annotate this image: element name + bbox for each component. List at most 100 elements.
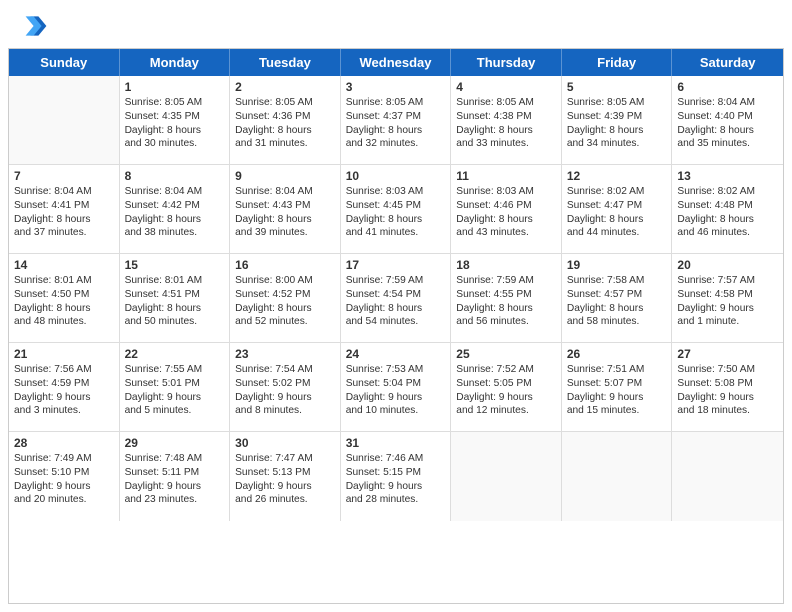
day-cell-18: 18Sunrise: 7:59 AMSunset: 4:55 PMDayligh… [451,254,562,342]
daylight-hours: Daylight: 8 hours [346,124,446,138]
daylight-minutes: and 46 minutes. [677,226,778,240]
day-cell-1: 1Sunrise: 8:05 AMSunset: 4:35 PMDaylight… [120,76,231,164]
sunrise-line: Sunrise: 7:51 AM [567,363,667,377]
day-number: 31 [346,436,446,450]
day-cell-11: 11Sunrise: 8:03 AMSunset: 4:46 PMDayligh… [451,165,562,253]
day-cell-6: 6Sunrise: 8:04 AMSunset: 4:40 PMDaylight… [672,76,783,164]
sunrise-line: Sunrise: 7:49 AM [14,452,114,466]
daylight-minutes: and 44 minutes. [567,226,667,240]
sunset-line: Sunset: 4:59 PM [14,377,114,391]
header [0,0,792,48]
sunrise-line: Sunrise: 7:47 AM [235,452,335,466]
day-number: 5 [567,80,667,94]
sunrise-line: Sunrise: 8:04 AM [125,185,225,199]
header-day-saturday: Saturday [672,49,783,76]
daylight-hours: Daylight: 8 hours [346,302,446,316]
day-number: 13 [677,169,778,183]
day-cell-13: 13 Sunrise: 8:02 AMSunset: 4:48 PMDayligh… [672,165,783,253]
day-cell-27: 27Sunrise: 7:50 AMSunset: 5:08 PMDayligh… [672,343,783,431]
daylight-minutes: and 48 minutes. [14,315,114,329]
day-cell-19: 19Sunrise: 7:58 AMSunset: 4:57 PMDayligh… [562,254,673,342]
daylight-hours: Daylight: 9 hours [235,391,335,405]
sunrise-line: Sunrise: 8:05 AM [346,96,446,110]
daylight-minutes: and 28 minutes. [346,493,446,507]
empty-cell [672,432,783,521]
sunset-line: Sunset: 5:13 PM [235,466,335,480]
day-number: 29 [125,436,225,450]
daylight-hours: Daylight: 8 hours [235,124,335,138]
daylight-hours: Daylight: 9 hours [14,391,114,405]
sunrise-line: Sunrise: 8:00 AM [235,274,335,288]
sunset-line: Sunset: 5:01 PM [125,377,225,391]
daylight-hours: Daylight: 9 hours [14,480,114,494]
daylight-minutes: and 52 minutes. [235,315,335,329]
day-cell-14: 14Sunrise: 8:01 AMSunset: 4:50 PMDayligh… [9,254,120,342]
day-cell-21: 21Sunrise: 7:56 AMSunset: 4:59 PMDayligh… [9,343,120,431]
calendar-week-5: 28Sunrise: 7:49 AMSunset: 5:10 PMDayligh… [9,432,783,521]
calendar-week-4: 21Sunrise: 7:56 AMSunset: 4:59 PMDayligh… [9,343,783,432]
sunset-line: Sunset: 5:07 PM [567,377,667,391]
sunset-line: Sunset: 5:05 PM [456,377,556,391]
day-number: 14 [14,258,114,272]
daylight-hours: Daylight: 8 hours [14,213,114,227]
day-number: 18 [456,258,556,272]
daylight-hours: Daylight: 8 hours [346,213,446,227]
sunset-line: Sunset: 5:08 PM [677,377,778,391]
day-cell-4: 4Sunrise: 8:05 AMSunset: 4:38 PMDaylight… [451,76,562,164]
sunrise-line: Sunrise: 7:55 AM [125,363,225,377]
sunset-line: Sunset: 4:45 PM [346,199,446,213]
daylight-hours: Daylight: 8 hours [235,302,335,316]
daylight-hours: Daylight: 9 hours [677,391,778,405]
daylight-hours: Daylight: 8 hours [456,124,556,138]
sunrise-line: Sunrise: 8:02 AM [677,185,778,199]
day-cell-2: 2Sunrise: 8:05 AMSunset: 4:36 PMDaylight… [230,76,341,164]
daylight-hours: Daylight: 8 hours [456,302,556,316]
sunrise-line: Sunrise: 7:54 AM [235,363,335,377]
day-number: 19 [567,258,667,272]
day-number: 2 [235,80,335,94]
day-cell-24: 24Sunrise: 7:53 AMSunset: 5:04 PMDayligh… [341,343,452,431]
daylight-minutes: and 37 minutes. [14,226,114,240]
day-cell-8: 8Sunrise: 8:04 AMSunset: 4:42 PMDaylight… [120,165,231,253]
daylight-minutes: and 20 minutes. [14,493,114,507]
day-cell-16: 16 Sunrise: 8:00 AMSunset: 4:52 PMDayligh… [230,254,341,342]
day-number: 23 [235,347,335,361]
sunset-line: Sunset: 5:02 PM [235,377,335,391]
day-cell-30: 30Sunrise: 7:47 AMSunset: 5:13 PMDayligh… [230,432,341,521]
sunrise-line: Sunrise: 7:48 AM [125,452,225,466]
daylight-hours: Daylight: 8 hours [125,124,225,138]
daylight-minutes: and 1 minute. [677,315,778,329]
calendar-body: 1Sunrise: 8:05 AMSunset: 4:35 PMDaylight… [9,76,783,521]
day-number: 9 [235,169,335,183]
daylight-minutes: and 18 minutes. [677,404,778,418]
daylight-hours: Daylight: 8 hours [567,124,667,138]
daylight-minutes: and 12 minutes. [456,404,556,418]
sunrise-line: Sunrise: 8:05 AM [235,96,335,110]
sunrise-line: Sunrise: 8:03 AM [346,185,446,199]
header-day-wednesday: Wednesday [341,49,452,76]
day-cell-17: 17Sunrise: 7:59 AMSunset: 4:54 PMDayligh… [341,254,452,342]
day-number: 16 [235,258,335,272]
daylight-hours: Daylight: 8 hours [567,302,667,316]
daylight-hours: Daylight: 8 hours [456,213,556,227]
daylight-minutes: and 56 minutes. [456,315,556,329]
sunset-line: Sunset: 5:10 PM [14,466,114,480]
sunset-line: Sunset: 5:11 PM [125,466,225,480]
daylight-minutes: and 38 minutes. [125,226,225,240]
daylight-hours: Daylight: 8 hours [125,213,225,227]
day-number: 1 [125,80,225,94]
sunset-line: Sunset: 4:48 PM [677,199,778,213]
sunset-line: Sunset: 4:35 PM [125,110,225,124]
sunrise-line: Sunrise: 8:03 AM [456,185,556,199]
day-cell-5: 5Sunrise: 8:05 AMSunset: 4:39 PMDaylight… [562,76,673,164]
calendar-header: SundayMondayTuesdayWednesdayThursdayFrid… [9,49,783,76]
sunset-line: Sunset: 4:52 PM [235,288,335,302]
daylight-hours: Daylight: 8 hours [677,124,778,138]
day-number: 17 [346,258,446,272]
day-cell-29: 29Sunrise: 7:48 AMSunset: 5:11 PMDayligh… [120,432,231,521]
day-number: 4 [456,80,556,94]
daylight-hours: Daylight: 8 hours [677,213,778,227]
header-day-sunday: Sunday [9,49,120,76]
header-day-tuesday: Tuesday [230,49,341,76]
sunset-line: Sunset: 4:43 PM [235,199,335,213]
